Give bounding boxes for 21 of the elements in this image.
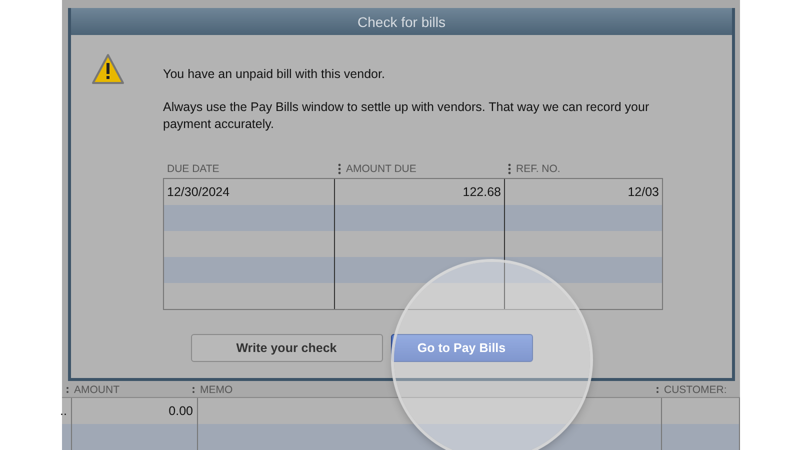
column-resize-icon[interactable] [656, 384, 659, 396]
info-text: Always use the Pay Bills window to settle up with vendors. That way we can record your payment accurately. [163, 99, 650, 133]
column-header: REF. NO. [516, 163, 560, 175]
column-header: AMOUNT DUE [346, 163, 416, 175]
table-cell: 12/30/2024 [167, 185, 230, 199]
column-resize-icon[interactable] [192, 384, 195, 396]
warning-message: You have an unpaid bill with this vendor. [163, 67, 386, 81]
column-header: DUE DATE [167, 163, 220, 175]
table-cell: .. [60, 404, 67, 418]
column-resize-icon[interactable] [338, 163, 341, 175]
column-header: MEMO [200, 384, 233, 396]
warning-icon [91, 53, 125, 85]
table-cell: 12/03 [628, 185, 659, 199]
column-resize-icon[interactable] [66, 384, 69, 396]
column-resize-icon[interactable] [508, 163, 511, 175]
column-header: CUSTOMER: [664, 384, 727, 396]
table-cell: 0.00 [168, 404, 193, 418]
column-header: AMOUNT [74, 384, 120, 396]
dialog-title: Check for bills [358, 14, 446, 30]
write-check-button[interactable]: Write your check [190, 334, 382, 362]
table-cell: 122.68 [462, 185, 501, 199]
